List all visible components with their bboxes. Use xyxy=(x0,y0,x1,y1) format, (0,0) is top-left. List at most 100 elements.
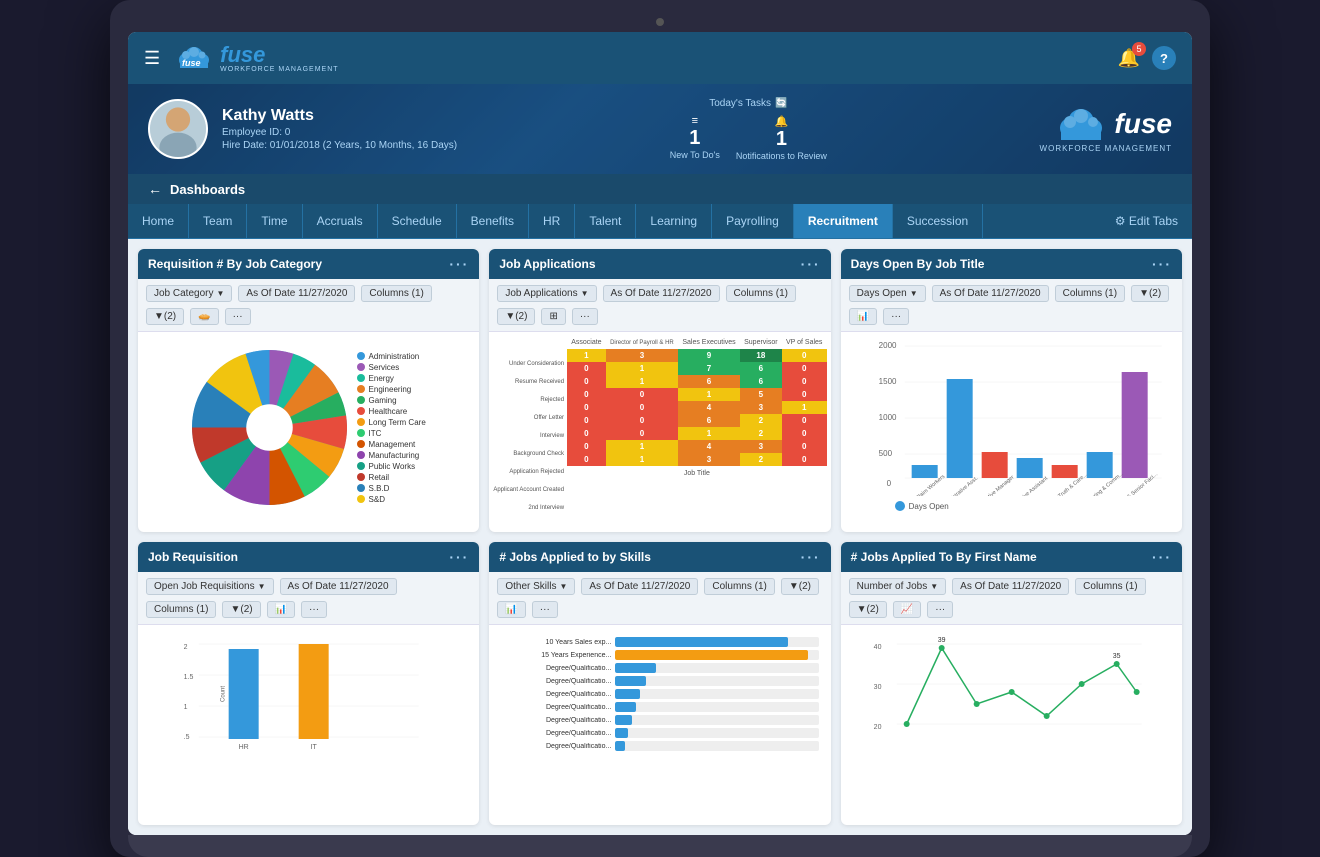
columns-filter-app[interactable]: Columns (1) xyxy=(726,285,796,302)
days-open-filter[interactable]: Days Open ▼ xyxy=(849,285,926,302)
edit-tabs-button[interactable]: ⚙ Edit Tabs xyxy=(1101,204,1192,238)
svg-text:30: 30 xyxy=(873,684,881,691)
widget-jobs-name-header: # Jobs Applied To By First Name ··· xyxy=(841,542,1182,572)
more-skills[interactable]: ··· xyxy=(532,601,558,618)
stage-label-6: Background Check xyxy=(493,446,567,464)
svg-text:40: 40 xyxy=(873,644,881,651)
dashboard-content: Requisition # By Job Category ··· Job Ca… xyxy=(128,239,1192,835)
more-name[interactable]: ··· xyxy=(927,601,953,618)
widget-job-req-menu[interactable]: ··· xyxy=(449,549,469,565)
svg-text:35: 35 xyxy=(1112,653,1120,660)
nav-succession[interactable]: Succession xyxy=(893,204,983,238)
nav-payrolling[interactable]: Payrolling xyxy=(712,204,794,238)
date-filter-jobreq[interactable]: As Of Date 11/27/2020 xyxy=(280,578,397,595)
nav-talent[interactable]: Talent xyxy=(575,204,636,238)
more-days[interactable]: ··· xyxy=(883,308,909,325)
nav-benefits[interactable]: Benefits xyxy=(457,204,529,238)
nav-recruitment[interactable]: Recruitment xyxy=(794,204,893,238)
more-req[interactable]: ··· xyxy=(225,308,251,325)
pie-labels: Administration Services Energy Engineeri… xyxy=(357,352,426,504)
pie-chart-container: Administration Services Energy Engineeri… xyxy=(146,340,471,515)
chart-type-name[interactable]: 📈 xyxy=(893,601,921,618)
pie-label-engineering: Engineering xyxy=(357,385,426,394)
chart-type-jobreq[interactable]: 📊 xyxy=(267,601,295,618)
chart-type-skills[interactable]: 📊 xyxy=(497,601,525,618)
svg-text:HR: HR xyxy=(239,744,249,751)
heatmap-grid: Associate Director of Payroll & HR Sales… xyxy=(567,336,827,518)
widget-requisition-menu[interactable]: ··· xyxy=(449,256,469,272)
filter-icon-req[interactable]: ▼(2) xyxy=(146,308,184,325)
more-jobreq[interactable]: ··· xyxy=(301,601,327,618)
nav-home[interactable]: Home xyxy=(128,204,189,238)
svg-text:1.5: 1.5 xyxy=(184,674,194,681)
open-reqs-filter[interactable]: Open Job Requisitions ▼ xyxy=(146,578,274,595)
more-app[interactable]: ··· xyxy=(572,308,598,325)
nav-time[interactable]: Time xyxy=(247,204,302,238)
applications-filter[interactable]: Job Applications ▼ xyxy=(497,285,596,302)
columns-filter-name[interactable]: Columns (1) xyxy=(1075,578,1145,595)
columns-filter-jobreq[interactable]: Columns (1) xyxy=(146,601,216,618)
filter-icon-skills[interactable]: ▼(2) xyxy=(781,578,819,595)
pie-label-pw: Public Works xyxy=(357,462,426,471)
logo-text: fuse WORKFORCE MANAGEMENT xyxy=(220,44,338,73)
widget-requisition-header: Requisition # By Job Category ··· xyxy=(138,249,479,279)
table-row: 00431 xyxy=(567,401,827,414)
chart-type-req[interactable]: 🥧 xyxy=(190,308,218,325)
filter-icon-app[interactable]: ▼(2) xyxy=(497,308,535,325)
job-category-filter[interactable]: Job Category ▼ xyxy=(146,285,232,302)
svg-text:2: 2 xyxy=(184,644,188,651)
chart-type-app[interactable]: ⊞ xyxy=(541,308,565,325)
cloud-right-icon xyxy=(1056,106,1106,144)
chart-type-days[interactable]: 📊 xyxy=(849,308,877,325)
profile-left: Kathy Watts Employee ID: 0 Hire Date: 01… xyxy=(148,99,457,159)
date-filter-days[interactable]: As Of Date 11/27/2020 xyxy=(932,285,1049,302)
svg-text:Count: Count xyxy=(221,686,227,702)
widget-requisition-title: Requisition # By Job Category xyxy=(148,257,322,271)
job-req-chart-svg: 2 1.5 1 .5 HR IT Count xyxy=(142,629,475,759)
widget-applications-toolbar: Job Applications ▼ As Of Date 11/27/2020… xyxy=(489,279,830,332)
bar-row-9: Degree/Qualificatio... xyxy=(501,741,818,751)
widget-job-applications: Job Applications ··· Job Applications ▼ … xyxy=(489,249,830,532)
filter-icon-jobreq[interactable]: ▼(2) xyxy=(222,601,260,618)
table-row: 01760 xyxy=(567,362,827,375)
nav-learning[interactable]: Learning xyxy=(636,204,712,238)
widget-applications-body: Under Consideration Resume Received Reje… xyxy=(489,332,830,532)
date-filter-name[interactable]: As Of Date 11/27/2020 xyxy=(952,578,1069,595)
nav-team[interactable]: Team xyxy=(189,204,247,238)
nav-hr[interactable]: HR xyxy=(529,204,575,238)
stage-label-8: Applicant Account Created xyxy=(493,482,567,500)
breadcrumb-bar: ← Dashboards xyxy=(128,174,1192,204)
columns-filter-req[interactable]: Columns (1) xyxy=(361,285,431,302)
back-arrow[interactable]: ← xyxy=(148,181,162,197)
filter-icon-name[interactable]: ▼(2) xyxy=(849,601,887,618)
todos-label: New To Do's xyxy=(670,150,720,160)
widget-jobs-name-toolbar: Number of Jobs ▼ As Of Date 11/27/2020 C… xyxy=(841,572,1182,625)
hamburger-icon[interactable]: ☰ xyxy=(144,48,160,69)
table-row: 00620 xyxy=(567,414,827,427)
jobs-name-filter[interactable]: Number of Jobs ▼ xyxy=(849,578,947,595)
stage-labels: Under Consideration Resume Received Reje… xyxy=(493,336,567,518)
widget-days-open-header: Days Open By Job Title ··· xyxy=(841,249,1182,279)
bar-row-2: 15 Years Experience... xyxy=(501,650,818,660)
notification-bell[interactable]: 🔔 5 xyxy=(1118,48,1140,69)
date-filter-skills[interactable]: As Of Date 11/27/2020 xyxy=(581,578,698,595)
widget-jobs-name-menu[interactable]: ··· xyxy=(1152,549,1172,565)
widget-job-req-toolbar: Open Job Requisitions ▼ As Of Date 11/27… xyxy=(138,572,479,625)
col-supervisor: Supervisor xyxy=(740,336,782,349)
nav-accruals[interactable]: Accruals xyxy=(303,204,378,238)
new-todos-task: ≡ 1 New To Do's xyxy=(670,115,720,161)
columns-filter-days[interactable]: Columns (1) xyxy=(1055,285,1125,302)
nav-schedule[interactable]: Schedule xyxy=(378,204,457,238)
notifications-count: 1 xyxy=(776,128,787,151)
columns-filter-skills[interactable]: Columns (1) xyxy=(704,578,774,595)
help-button[interactable]: ? xyxy=(1152,46,1176,70)
date-filter-req[interactable]: As Of Date 11/27/2020 xyxy=(238,285,355,302)
bar-row-7: Degree/Qualificatio... xyxy=(501,715,818,725)
widget-applications-menu[interactable]: ··· xyxy=(801,256,821,272)
widget-job-req-header: Job Requisition ··· xyxy=(138,542,479,572)
date-filter-app[interactable]: As Of Date 11/27/2020 xyxy=(603,285,720,302)
filter-icon-days[interactable]: ▼(2) xyxy=(1131,285,1169,302)
widget-skills-menu[interactable]: ··· xyxy=(801,549,821,565)
skills-filter[interactable]: Other Skills ▼ xyxy=(497,578,575,595)
widget-days-open-menu[interactable]: ··· xyxy=(1152,256,1172,272)
